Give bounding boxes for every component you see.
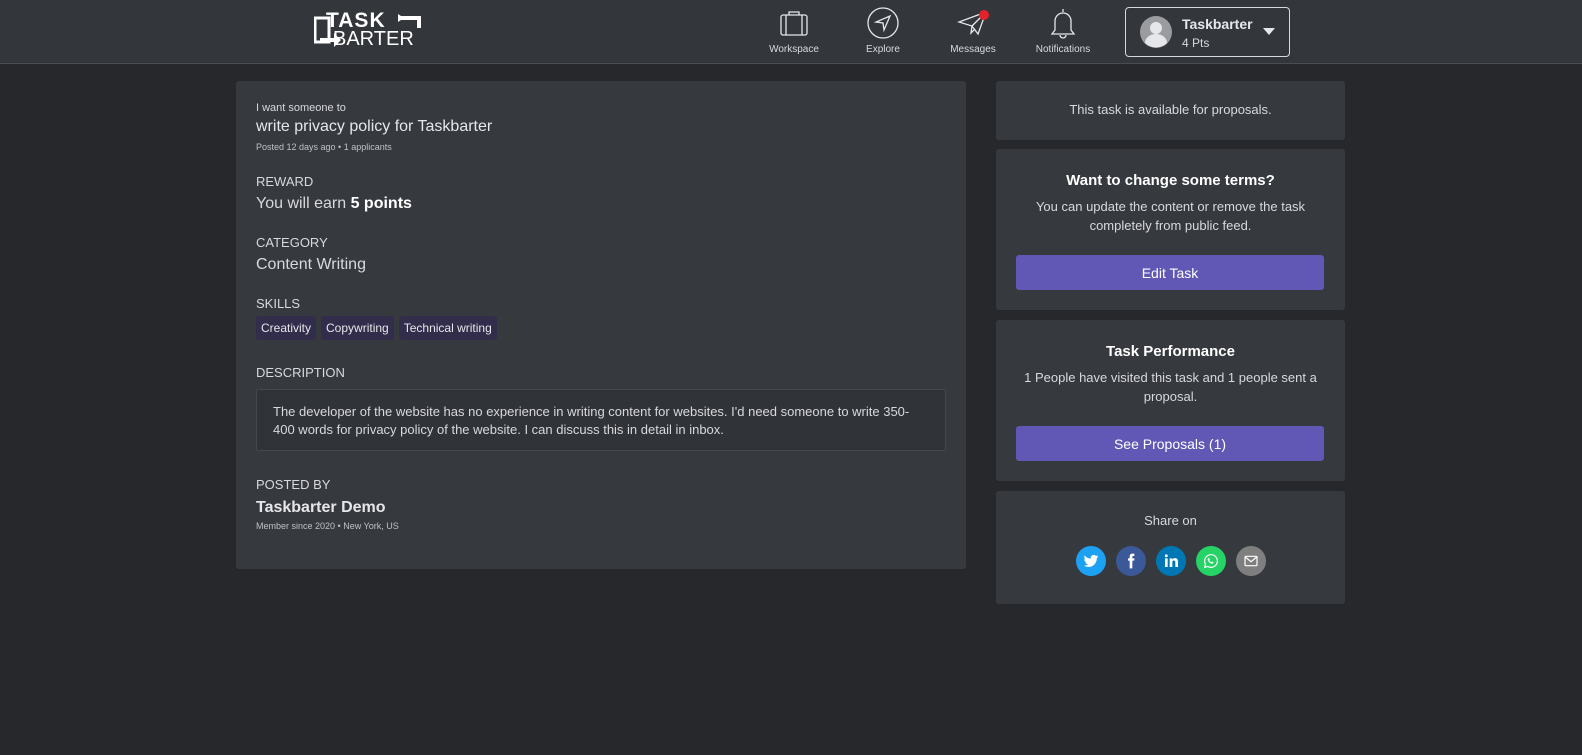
facebook-icon xyxy=(1128,553,1135,569)
edit-task-button[interactable]: Edit Task xyxy=(1016,255,1324,290)
task-details-card: I want someone to write privacy policy f… xyxy=(236,81,966,569)
top-navbar: TASK BARTER Workspace Explore Messages N… xyxy=(0,0,1582,64)
nav-workspace[interactable]: Workspace xyxy=(754,6,834,58)
nav-label: Notifications xyxy=(1035,44,1091,55)
task-performance-card: Task Performance 1 People have visited t… xyxy=(996,320,1345,481)
performance-heading: Task Performance xyxy=(1106,343,1235,360)
description-label: DESCRIPTION xyxy=(256,365,345,380)
terms-heading: Want to change some terms? xyxy=(1066,172,1275,189)
change-terms-card: Want to change some terms? You can updat… xyxy=(996,149,1345,310)
skill-chip: Technical writing xyxy=(398,316,497,340)
twitter-icon xyxy=(1083,554,1099,567)
briefcase-icon xyxy=(780,11,808,36)
share-label: Share on xyxy=(1144,513,1197,528)
taskbarter-logo[interactable]: TASK BARTER xyxy=(313,9,434,52)
share-linkedin-button[interactable] xyxy=(1156,546,1186,576)
reward-prefix: You will earn xyxy=(256,195,351,212)
nav-messages[interactable]: Messages xyxy=(933,6,1013,58)
share-card: Share on xyxy=(996,491,1345,604)
whatsapp-icon xyxy=(1203,554,1218,569)
user-account-dropdown[interactable]: Taskbarter 4 Pts xyxy=(1125,7,1290,57)
nav-explore[interactable]: Explore xyxy=(843,6,923,58)
task-status-card: This task is available for proposals. xyxy=(996,81,1345,140)
bell-icon xyxy=(1050,9,1076,39)
share-buttons xyxy=(1076,546,1266,576)
status-text: This task is available for proposals. xyxy=(1069,102,1272,117)
skill-chip: Copywriting xyxy=(321,316,394,340)
category-label: CATEGORY xyxy=(256,235,328,250)
performance-text: 1 People have visited this task and 1 pe… xyxy=(1024,370,1317,404)
skills-label: SKILLS xyxy=(256,296,301,311)
nav-label: Workspace xyxy=(769,44,819,55)
logo-text-bottom: BARTER xyxy=(333,28,414,50)
poster-meta: Member since 2020 • New York, US xyxy=(256,521,399,531)
page-title: write privacy policy for Taskbarter xyxy=(256,118,493,135)
share-twitter-button[interactable] xyxy=(1076,546,1106,576)
unread-messages-dot xyxy=(979,10,989,20)
reward-points: 5 points xyxy=(350,195,412,212)
posted-meta: Posted 12 days ago • 1 applicants xyxy=(256,142,392,152)
see-proposals-button[interactable]: See Proposals (1) xyxy=(1016,426,1324,461)
skills-list: Creativity Copywriting Technical writing xyxy=(256,316,497,340)
terms-text: You can update the content or remove the… xyxy=(1035,199,1306,233)
task-description: The developer of the website has no expe… xyxy=(256,389,946,451)
avatar xyxy=(1140,16,1172,48)
share-email-button[interactable] xyxy=(1236,546,1266,576)
nav-notifications[interactable]: Notifications xyxy=(1023,6,1103,58)
reward-label: REWARD xyxy=(256,174,314,189)
nav-label: Messages xyxy=(950,44,996,55)
posted-by-label: POSTED BY xyxy=(256,477,331,492)
linkedin-icon xyxy=(1164,554,1178,567)
skill-chip: Creativity xyxy=(256,316,317,340)
user-name: Taskbarter xyxy=(1182,16,1253,32)
reward-value: You will earn 5 points xyxy=(256,195,412,213)
chevron-down-icon xyxy=(1263,28,1275,35)
task-kicker: I want someone to xyxy=(256,102,346,114)
share-facebook-button[interactable] xyxy=(1116,546,1146,576)
category-value: Content Writing xyxy=(256,256,366,273)
user-points: 4 Pts xyxy=(1182,36,1210,50)
share-whatsapp-button[interactable] xyxy=(1196,546,1226,576)
email-icon xyxy=(1244,555,1258,567)
nav-label: Explore xyxy=(866,44,900,55)
compass-icon xyxy=(867,7,899,39)
poster-name[interactable]: Taskbarter Demo xyxy=(256,499,386,517)
